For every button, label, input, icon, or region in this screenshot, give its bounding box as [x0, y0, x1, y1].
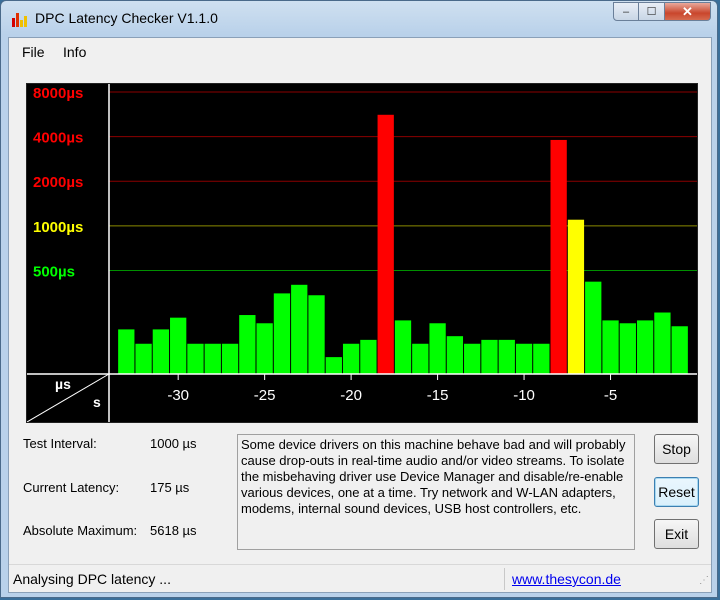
latency-bar: [360, 339, 377, 374]
latency-bar: [533, 343, 550, 374]
latency-bar: [464, 343, 481, 374]
latency-bar: [671, 326, 688, 374]
exit-button[interactable]: Exit: [654, 519, 699, 549]
x-tick-label: -20: [340, 387, 362, 404]
latency-bar: [342, 343, 360, 374]
latency-bar: [273, 293, 291, 374]
info-text: Some device drivers on this machine beha…: [237, 434, 635, 550]
latency-bar: [412, 343, 429, 374]
latency-bar: [187, 343, 204, 374]
test-interval-label: Test Interval:: [23, 436, 97, 451]
close-button[interactable]: ✕: [665, 2, 711, 21]
close-icon: ✕: [682, 3, 693, 19]
menu-file[interactable]: File: [22, 44, 45, 60]
y-tick-label: 8000µs: [33, 85, 83, 102]
minimize-button[interactable]: ‒: [613, 2, 639, 21]
absolute-maximum-value: 5618 µs: [150, 523, 197, 538]
latency-bar: [550, 139, 567, 374]
latency-bar: [239, 315, 256, 374]
latency-bar: [498, 339, 515, 374]
y-tick-label: 500µs: [33, 263, 75, 280]
latency-bar: [118, 329, 135, 374]
stop-button[interactable]: Stop: [654, 434, 699, 464]
y-tick-label: 4000µs: [33, 130, 83, 147]
maximize-icon: ☐: [646, 6, 657, 18]
latency-bar: [602, 320, 619, 374]
client-area: File Info 16000µs8000µs4000µs2000µs1000µ…: [8, 37, 712, 593]
latency-bar: [204, 343, 221, 374]
status-bar: Analysing DPC latency ... www.thesycon.d…: [9, 564, 711, 593]
latency-chart: 16000µs8000µs4000µs2000µs1000µs500µsµss-…: [26, 83, 698, 423]
y-tick-label: 2000µs: [33, 174, 83, 191]
x-tick-label: -10: [513, 387, 535, 404]
latency-bar: [515, 343, 533, 374]
latency-bar: [152, 329, 170, 374]
latency-bar: [308, 295, 325, 374]
latency-bar: [585, 281, 602, 374]
latency-chart-svg: 16000µs8000µs4000µs2000µs1000µs500µsµss-…: [27, 84, 697, 422]
status-text: Analysing DPC latency ...: [13, 571, 171, 587]
latency-bar: [619, 323, 636, 374]
latency-bar: [291, 284, 308, 374]
x-tick-label: -5: [604, 387, 617, 404]
app-window: DPC Latency Checker V1.1.0 ‒ ☐ ✕ File In…: [0, 0, 718, 598]
maximize-button[interactable]: ☐: [639, 2, 665, 21]
status-divider: [504, 568, 505, 590]
reset-button[interactable]: Reset: [654, 477, 699, 507]
latency-bar: [481, 339, 498, 374]
website-link[interactable]: www.thesycon.de: [512, 571, 621, 587]
window-controls: ‒ ☐ ✕: [613, 2, 711, 22]
y-unit-label: µs: [55, 376, 71, 392]
x-tick-label: -15: [427, 387, 449, 404]
latency-bar: [256, 323, 273, 374]
x-tick-label: -25: [254, 387, 276, 404]
app-icon: [12, 13, 27, 27]
latency-bar: [135, 343, 152, 374]
latency-bar: [446, 336, 464, 374]
test-interval-value: 1000 µs: [150, 436, 197, 451]
menu-bar: File Info: [9, 38, 711, 66]
current-latency-value: 175 µs: [150, 480, 190, 495]
minimize-icon: ‒: [622, 5, 630, 18]
latency-bar: [221, 343, 239, 374]
y-tick-label: 1000µs: [33, 219, 83, 236]
absolute-maximum-label: Absolute Maximum:: [23, 523, 138, 538]
x-tick-label: -30: [167, 387, 189, 404]
latency-bar: [325, 357, 342, 374]
menu-info[interactable]: Info: [63, 44, 86, 60]
window-title: DPC Latency Checker V1.1.0: [35, 10, 218, 26]
latency-bar: [567, 219, 585, 374]
latency-bar: [429, 323, 446, 374]
latency-bar: [170, 317, 187, 374]
latency-bar: [394, 320, 412, 374]
latency-bar: [654, 312, 671, 374]
resize-grip-icon[interactable]: ⋰: [699, 575, 709, 586]
x-unit-label: s: [93, 394, 101, 410]
latency-bar: [636, 320, 654, 374]
title-bar[interactable]: DPC Latency Checker V1.1.0 ‒ ☐ ✕: [1, 1, 717, 35]
current-latency-label: Current Latency:: [23, 480, 120, 495]
latency-bar: [377, 114, 394, 374]
